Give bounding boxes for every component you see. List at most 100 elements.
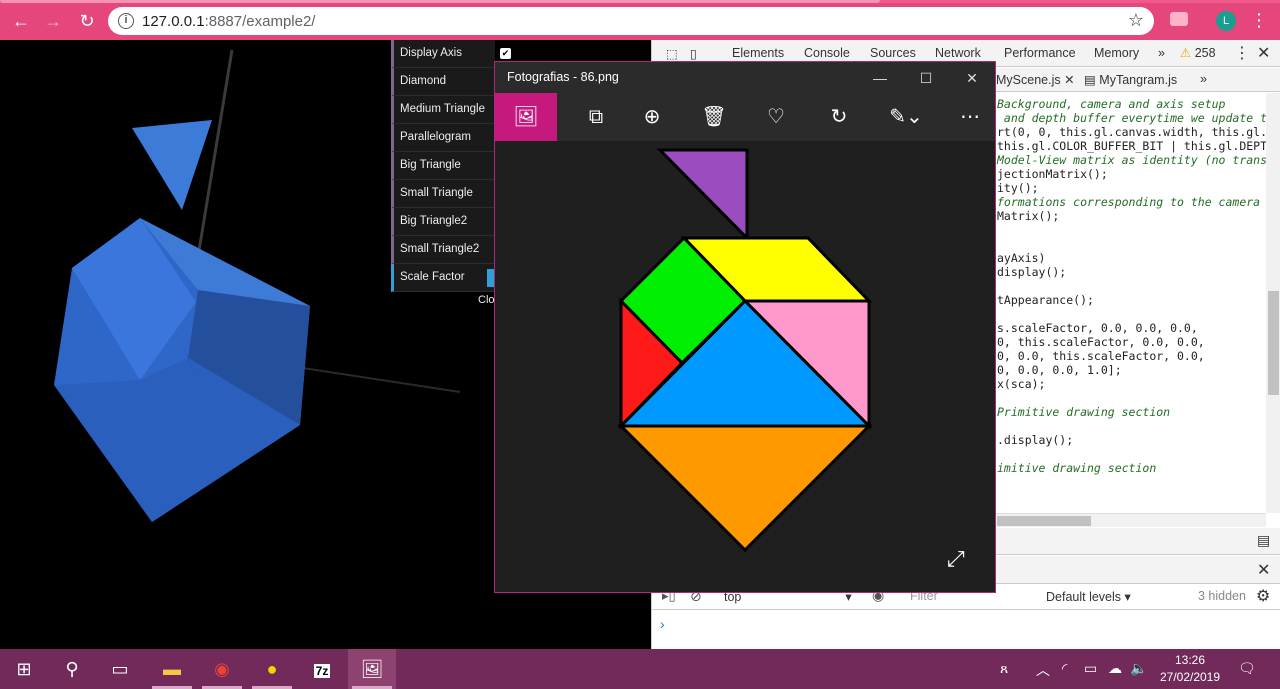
code-line: tAppearance(); — [997, 293, 1094, 307]
favorite-heart-icon[interactable]: ♡ — [745, 93, 807, 141]
back-icon[interactable]: ← — [10, 10, 32, 32]
url-text[interactable]: 127.0.0.1:8887/example2/ — [142, 13, 315, 30]
orange-triangle — [617, 424, 873, 553]
toggle-drawer-icon[interactable]: ▤ — [1257, 532, 1270, 549]
more-tabs-button[interactable]: » — [1158, 46, 1165, 60]
gui-row-big-triangle2[interactable]: Big Triangle2 — [391, 208, 495, 236]
screen: ← → ↻ i 127.0.0.1:8887/example2/ ☆ L ⋮ D… — [0, 0, 1280, 689]
tab-console[interactable]: Console — [804, 46, 850, 60]
gui-label: Parallelogram — [400, 131, 471, 143]
file-explorer-icon[interactable]: ▬ — [148, 649, 196, 689]
gui-row-medium-triangle[interactable]: Medium Triangle — [391, 96, 495, 124]
notifications-icon[interactable]: 🗨 — [1238, 660, 1256, 677]
view-image-icon[interactable]: 🖼 — [495, 93, 557, 141]
gui-label: Small Triangle2 — [400, 243, 480, 255]
code-line: imitive drawing section — [997, 461, 1157, 475]
app-badge-icon[interactable]: ● — [248, 649, 296, 689]
7zip-icon[interactable]: 7z — [298, 649, 346, 689]
tangram-image — [617, 148, 873, 553]
address-bar[interactable]: i 127.0.0.1:8887/example2/ ☆ — [108, 7, 1154, 35]
close-drawer-icon[interactable]: ✕ — [1257, 560, 1270, 580]
code-line: Primitive drawing section — [997, 405, 1171, 419]
code-line: formations corresponding to the camera p… — [997, 195, 1280, 209]
gui-row-scale-factor[interactable]: Scale Factor — [391, 264, 495, 292]
purple-triangle — [656, 148, 749, 242]
gui-label: Display Axis — [400, 47, 462, 59]
log-levels-dropdown[interactable]: Default levels ▾ — [1046, 589, 1131, 604]
gui-row-big-triangle[interactable]: Big Triangle — [391, 152, 495, 180]
photos-app-icon[interactable]: 🖼 — [348, 649, 396, 689]
hidden-count: 3 hidden — [1198, 589, 1246, 603]
tab-elements[interactable]: Elements — [732, 46, 784, 60]
bookmark-star-icon[interactable]: ☆ — [1128, 10, 1144, 31]
browser-menu-icon[interactable]: ⋮ — [1250, 10, 1268, 30]
task-view-icon[interactable]: ▭ — [96, 649, 144, 689]
volume-icon[interactable]: 🔈 — [1130, 660, 1147, 677]
battery-icon[interactable]: ▭ — [1084, 660, 1097, 677]
slideshow-icon[interactable]: ⧉ — [565, 93, 627, 141]
photos-titlebar[interactable]: Fotografias - 86.png — ☐ ✕ — [495, 62, 995, 93]
element-picker-icon[interactable]: ⬚ — [666, 46, 678, 61]
checkbox-icon[interactable]: ✔ — [500, 48, 511, 59]
code-line: s.scaleFactor, 0.0, 0.0, 0.0, — [997, 321, 1198, 335]
gui-label: Medium Triangle — [400, 103, 486, 115]
image-viewport[interactable]: ⤢ — [495, 141, 995, 592]
device-toggle-icon[interactable]: ▯ — [690, 46, 697, 61]
chrome-icon[interactable]: ◉ — [198, 649, 246, 689]
clock[interactable]: 13:26 27/02/2019 — [1150, 652, 1230, 686]
tab-network[interactable]: Network — [935, 46, 981, 60]
extension-record-icon[interactable] — [1170, 12, 1188, 26]
clock-date: 27/02/2019 — [1159, 670, 1221, 684]
site-info-icon[interactable]: i — [118, 13, 134, 29]
gear-icon[interactable]: ⚙ — [1256, 586, 1270, 606]
close-icon[interactable]: ✕ — [1257, 43, 1270, 63]
file-icon: ▤ — [1084, 73, 1096, 87]
code-line: Model-View matrix as identity (no transf… — [997, 153, 1280, 167]
code-line: 0, 0.0, this.scaleFactor, 0.0, — [997, 349, 1205, 363]
delete-icon[interactable]: 🗑 — [683, 93, 745, 141]
photos-window: Fotografias - 86.png — ☐ ✕ 🖼 ⧉ ⊕ 🗑 ♡ ↻ ✎… — [494, 61, 996, 593]
windows-start-icon[interactable]: ⊞ — [0, 649, 48, 689]
gui-row-diamond[interactable]: Diamond — [391, 68, 495, 96]
wifi-icon[interactable]: ◜ — [1062, 660, 1067, 677]
gui-row-small-triangle[interactable]: Small Triangle — [391, 180, 495, 208]
more-files-button[interactable]: » — [1200, 72, 1207, 86]
code-line: ayAxis) — [997, 251, 1046, 265]
gui-row-parallelogram[interactable]: Parallelogram — [391, 124, 495, 152]
url-host: 127.0.0.1 — [142, 13, 205, 30]
chevron-up-icon[interactable]: ︿ — [1036, 660, 1050, 680]
hscroll-thumb[interactable] — [997, 516, 1091, 526]
file-tab-myscene[interactable]: MyScene.js ✕ — [996, 72, 1075, 87]
minimize-button[interactable]: — — [857, 66, 903, 90]
profile-avatar[interactable]: L — [1216, 11, 1236, 31]
reload-icon[interactable]: ↻ — [76, 10, 98, 32]
small-triangle-shape — [132, 120, 212, 210]
edit-icon[interactable]: ✎⌄ — [875, 93, 937, 141]
onedrive-icon[interactable]: ☁ — [1108, 660, 1122, 677]
gui-close-button[interactable]: Clo — [478, 294, 495, 306]
maximize-button[interactable]: ☐ — [903, 66, 949, 90]
warning-icon: ⚠ — [1180, 46, 1192, 60]
search-icon[interactable]: ⚲ — [48, 649, 96, 689]
tab-performance[interactable]: Performance — [1004, 46, 1076, 60]
code-line: Background, camera and axis setup — [997, 97, 1226, 111]
people-icon[interactable]: ጸ — [1000, 660, 1008, 677]
tab-memory[interactable]: Memory — [1094, 46, 1139, 60]
zoom-icon[interactable]: ⊕ — [621, 93, 683, 141]
rotate-icon[interactable]: ↻ — [808, 93, 870, 141]
warnings-counter[interactable]: ⚠ 258 — [1180, 45, 1216, 60]
tab-sources[interactable]: Sources — [870, 46, 916, 60]
gui-row-display-axis[interactable]: Display Axis ✔ — [391, 40, 511, 68]
scroll-thumb[interactable] — [1268, 291, 1279, 395]
console-prompt[interactable]: › — [660, 616, 665, 632]
more-options-icon[interactable]: ⋯ — [939, 93, 1001, 141]
fullscreen-expand-icon[interactable]: ⤢ — [947, 546, 965, 572]
gui-row-small-triangle2[interactable]: Small Triangle2 — [391, 236, 495, 264]
windows-taskbar: ⊞ ⚲ ▭ ▬ ◉ ● 7z 🖼 ጸ ︿ ◜ ▭ ☁ 🔈 13:26 27/02… — [0, 649, 1280, 689]
clock-time: 13:26 — [1174, 653, 1206, 667]
forward-icon[interactable]: → — [42, 10, 64, 32]
close-window-button[interactable]: ✕ — [949, 66, 995, 90]
editor-scrollbar[interactable] — [1266, 93, 1280, 513]
file-tab-mytangram[interactable]: ▤ MyTangram.js — [1084, 72, 1177, 87]
devtools-menu-icon[interactable]: ⋮ — [1234, 43, 1250, 63]
